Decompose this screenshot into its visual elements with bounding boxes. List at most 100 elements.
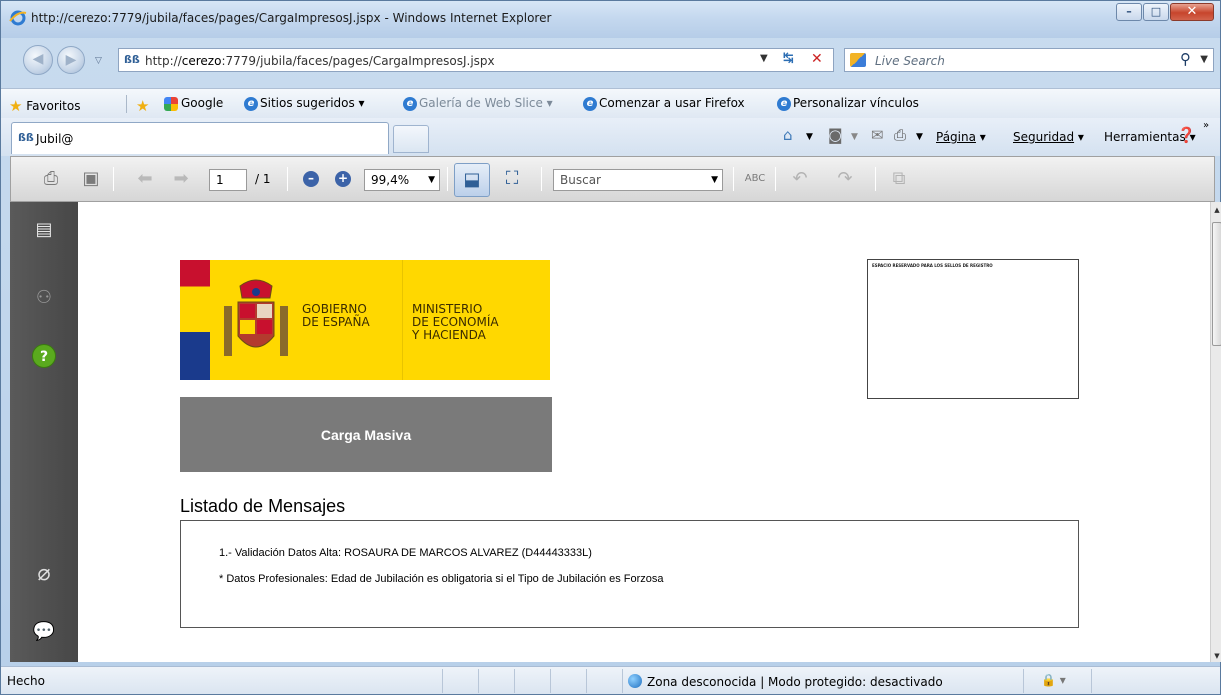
compatibility-icon[interactable]: ↹ [783, 51, 794, 66]
feeds-dropdown-icon[interactable]: ▼ [851, 132, 858, 142]
zoom-out-icon[interactable]: – [303, 171, 319, 187]
separator [541, 167, 542, 191]
title-bar: http://cerezo:7779/jubila/faces/pages/Ca… [1, 1, 1220, 38]
comments-icon[interactable]: 💬 [32, 620, 56, 644]
ie-icon: e [777, 96, 791, 111]
message-line: 1.- Validación Datos Alta: ROSAURA DE MA… [219, 547, 592, 559]
security-zone[interactable]: Zona desconocida | Modo protegido: desac… [628, 674, 943, 689]
fit-width-icon: ⬓ [463, 169, 481, 190]
minimize-button[interactable]: – [1116, 3, 1142, 21]
google-icon [164, 96, 178, 111]
coat-of-arms-icon [224, 279, 288, 356]
status-divider [478, 669, 479, 693]
pdf-toolbar: ⎙ ▣ ⬅ ➡ 1 / 1 – + 99,4% ▼ ⬓ ⛶ Buscar ▼ ABC… [10, 156, 1215, 202]
previous-page-icon[interactable]: ⬅ [133, 167, 157, 191]
chevron-right-icon[interactable]: » [1203, 120, 1209, 131]
forward-button[interactable]: ▶ [57, 46, 85, 74]
maximize-icon: □ [1150, 5, 1162, 18]
spell-check-icon[interactable]: ABC [743, 167, 767, 191]
attachments-icon[interactable]: ⌀ [32, 562, 56, 586]
pdf-save-icon[interactable]: ▣ [79, 167, 103, 191]
next-page-icon[interactable]: ➡ [169, 167, 193, 191]
banner-label: Carga Masiva [320, 427, 412, 443]
undo-icon[interactable]: ↶ [788, 167, 812, 191]
browser-window: http://cerezo:7779/jubila/faces/pages/Ca… [0, 0, 1221, 695]
forward-arrow-icon: ▶ [65, 52, 77, 68]
status-bar: Hecho Zona desconocida | Modo protegido:… [1, 666, 1220, 694]
favorites-button[interactable]: ★ Favoritos [9, 96, 80, 115]
home-dropdown-icon[interactable]: ▼ [806, 132, 813, 142]
feeds-icon[interactable]: ◙ [828, 126, 843, 144]
fav-link-customize[interactable]: e Personalizar vínculos [777, 96, 919, 111]
tab-jubila[interactable]: ßß Jubil@ [11, 122, 389, 154]
help-icon[interactable]: ❓ [1177, 126, 1196, 144]
security-menu[interactable]: Seguridad ▾ [1013, 130, 1084, 144]
favorites-star-icon: ★ [9, 97, 23, 115]
pdf-document: GOBIERNO DE ESPAÑA MINISTERIO DE ECONOMÍ… [78, 202, 1210, 662]
logo-text-gobierno: GOBIERNO DE ESPAÑA [302, 302, 370, 329]
zoom-status-icon[interactable]: 🔒 ▾ [1041, 673, 1066, 687]
address-field[interactable]: ßß http://cerezo:7779/jubila/faces/pages… [118, 48, 834, 72]
vertical-scrollbar[interactable]: ▲ ▼ [1210, 202, 1221, 662]
print-dropdown-icon[interactable]: ▼ [916, 132, 923, 142]
government-logo: GOBIERNO DE ESPAÑA MINISTERIO DE ECONOMÍ… [180, 260, 550, 380]
fit-page-icon[interactable]: ⛶ [500, 167, 524, 191]
binoculars-icon[interactable]: ⚇ [32, 286, 56, 310]
window-title: http://cerezo:7779/jubila/faces/pages/Ca… [31, 11, 552, 25]
add-favorite-icon[interactable]: ★ [136, 96, 149, 115]
close-button[interactable]: ✕ [1170, 3, 1214, 21]
separator [126, 95, 127, 113]
ie-icon: e [244, 96, 258, 111]
pages-icon[interactable]: ▤ [32, 218, 56, 242]
scroll-down-icon[interactable]: ▼ [1211, 652, 1221, 660]
page-menu[interactable]: Página ▾ [936, 130, 986, 144]
scrollbar-thumb[interactable] [1212, 222, 1221, 346]
mail-icon[interactable]: ✉ [871, 126, 884, 144]
pdf-side-rail: ▤ ⚇ ? ⌀ 💬 [10, 202, 78, 662]
separator [113, 167, 114, 191]
zoom-in-icon[interactable]: + [335, 171, 351, 187]
search-placeholder: Live Search [875, 54, 945, 68]
address-dropdown-icon[interactable]: ▼ [760, 53, 768, 64]
pdf-print-icon[interactable]: ⎙ [39, 167, 63, 191]
redo-icon[interactable]: ↷ [833, 167, 857, 191]
back-button[interactable]: ◀ [23, 45, 53, 75]
new-tab-button[interactable] [393, 125, 429, 153]
page-total: / 1 [255, 172, 271, 186]
message-line: * Datos Profesionales: Edad de Jubilació… [219, 573, 664, 585]
fav-link-web-slice-gallery[interactable]: e Galería de Web Slice ▾ [403, 96, 553, 111]
status-divider [550, 669, 551, 693]
status-divider [442, 669, 443, 693]
page-number-field[interactable]: 1 [209, 169, 247, 191]
ie-icon: e [583, 96, 597, 111]
print-icon[interactable]: ⎙ [894, 126, 906, 144]
pdf-search-dropdown-icon: ▼ [711, 175, 718, 185]
maximize-button[interactable]: □ [1143, 3, 1169, 21]
separator [287, 167, 288, 191]
ie-logo-icon [9, 10, 27, 26]
separator [875, 167, 876, 191]
search-field[interactable]: Live Search ⚲ ▼ [844, 48, 1214, 72]
pdf-search-field[interactable]: Buscar ▼ [553, 169, 723, 191]
status-divider [1091, 669, 1092, 693]
zoom-field[interactable]: 99,4% ▼ [364, 169, 440, 191]
fav-link-firefox[interactable]: e Comenzar a usar Firefox [583, 96, 745, 111]
home-icon[interactable]: ⌂ [783, 126, 793, 144]
address-url: http://cerezo:7779/jubila/faces/pages/Ca… [145, 54, 495, 68]
messages-title: Listado de Mensajes [180, 496, 346, 516]
fav-link-google[interactable]: Google [164, 96, 223, 111]
status-text: Hecho [7, 674, 45, 688]
help-icon[interactable]: ? [32, 344, 56, 368]
search-dropdown-icon[interactable]: ▼ [1200, 54, 1208, 65]
scroll-up-icon[interactable]: ▲ [1211, 206, 1221, 214]
history-dropdown-icon[interactable]: ▽ [95, 56, 102, 66]
search-icon[interactable]: ⚲ [1180, 50, 1191, 68]
minimize-icon: – [1126, 5, 1132, 18]
fit-width-button[interactable]: ⬓ [454, 163, 490, 197]
fav-link-suggested-sites[interactable]: e Sitios sugeridos ▾ [244, 96, 365, 111]
stop-icon[interactable]: ✕ [811, 51, 823, 67]
tab-favicon-icon: ßß [18, 131, 34, 144]
stamp-box-label: ESPACIO RESERVADO PARA LOS SELLOS DE REG… [872, 263, 993, 268]
copy-icon[interactable]: ⧉ [887, 167, 911, 191]
status-divider [1023, 669, 1024, 693]
